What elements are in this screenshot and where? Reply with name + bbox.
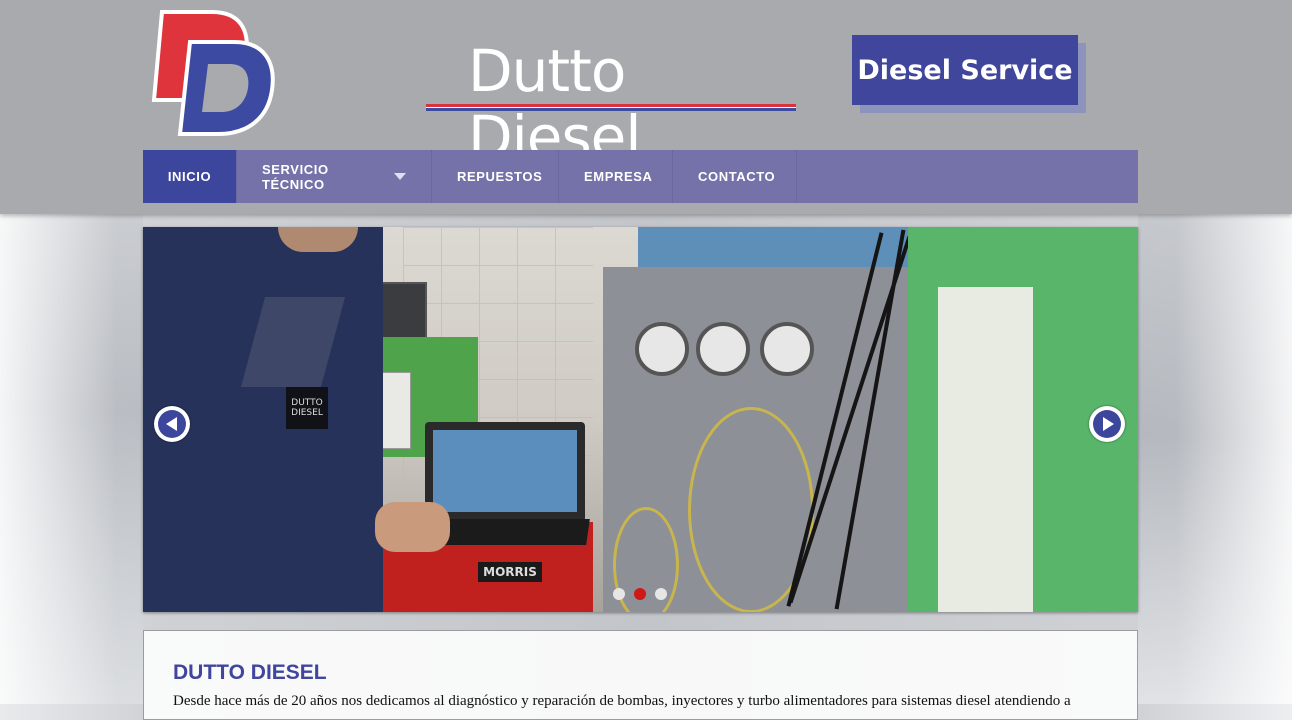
logo-stripe xyxy=(426,104,796,113)
uniform-patch: DUTTO DIESEL xyxy=(286,387,328,429)
slider-dot-3[interactable] xyxy=(655,588,667,600)
image-slider: MORRIS DUTTO DIESEL xyxy=(143,227,1138,612)
arrow-right-icon xyxy=(1103,417,1114,431)
laptop xyxy=(425,422,585,522)
nav-item-inicio[interactable]: INICIO xyxy=(143,150,237,203)
main-nav: INICIO SERVICIO TÉCNICO REPUESTOS EMPRES… xyxy=(143,150,1138,203)
nav-label: REPUESTOS xyxy=(457,169,543,184)
nav-item-repuestos[interactable]: REPUESTOS xyxy=(432,150,559,203)
site-header: Dutto Diesel Diesel Service INICIO SERVI… xyxy=(0,0,1292,214)
nav-label: CONTACTO xyxy=(698,169,776,184)
nav-item-contacto[interactable]: CONTACTO xyxy=(673,150,797,203)
dd-logo-mark xyxy=(151,10,275,136)
slider-prev-button[interactable] xyxy=(154,406,190,442)
slider-dots xyxy=(613,588,667,600)
slider-dot-1[interactable] xyxy=(613,588,625,600)
slider-next-button[interactable] xyxy=(1089,406,1125,442)
diesel-service-badge: Diesel Service xyxy=(852,35,1086,113)
intro-paragraph: Desde hace más de 20 años nos dedicamos … xyxy=(173,693,1071,709)
logo[interactable]: Dutto Diesel xyxy=(150,8,796,170)
nav-item-servicio-tecnico[interactable]: SERVICIO TÉCNICO xyxy=(237,150,432,203)
nav-item-empresa[interactable]: EMPRESA xyxy=(559,150,673,203)
intro-heading: DUTTO DIESEL xyxy=(173,661,327,684)
nav-label: SERVICIO TÉCNICO xyxy=(262,161,329,192)
intro-section: DUTTO DIESEL Desde hace más de 20 años n… xyxy=(143,630,1138,720)
chevron-down-icon xyxy=(394,173,406,180)
cart-label: MORRIS xyxy=(478,562,542,582)
nav-label: INICIO xyxy=(167,169,212,184)
diesel-service-label: Diesel Service xyxy=(852,35,1078,105)
nav-label: EMPRESA xyxy=(584,169,653,184)
slider-dot-2[interactable] xyxy=(634,588,646,600)
arrow-left-icon xyxy=(165,417,177,431)
